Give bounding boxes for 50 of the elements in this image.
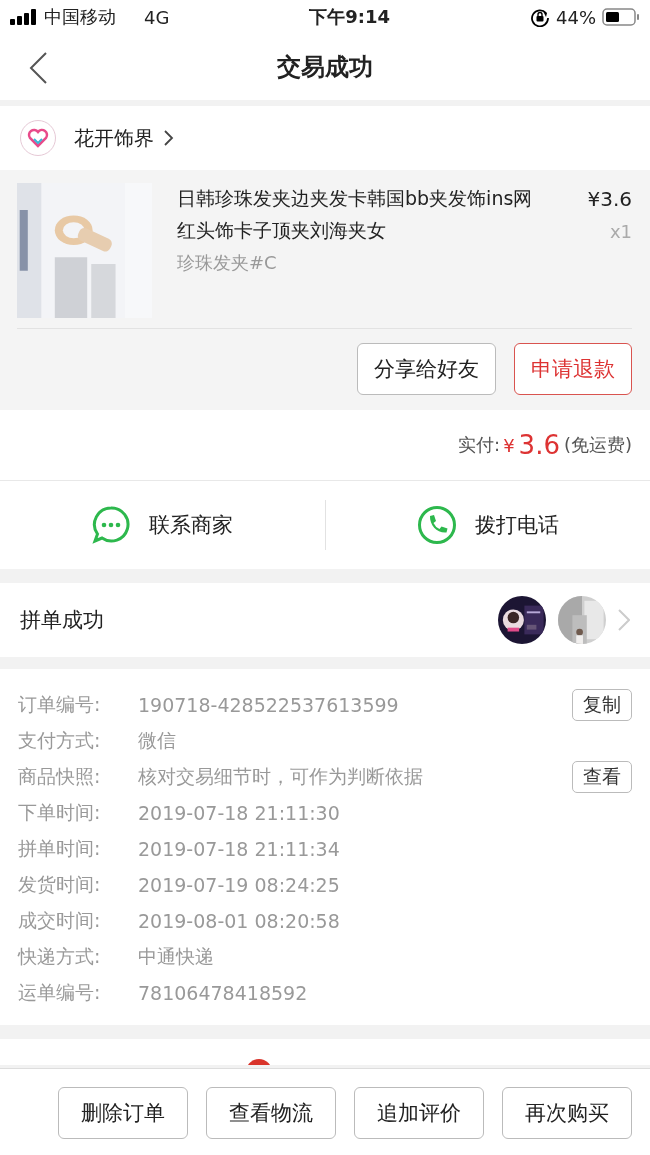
field-value: 190718-428522537613599	[138, 694, 400, 716]
order-action-button[interactable]: 删除订单	[58, 1087, 188, 1139]
view-button[interactable]: 查看	[572, 761, 632, 793]
shipping-note: (免运费)	[563, 433, 632, 457]
paid-label: 实付:	[458, 433, 501, 457]
field-value: 中通快递	[138, 944, 215, 969]
field-value: 2019-07-19 08:24:25	[138, 874, 341, 896]
field-label: 运单编号:	[18, 980, 102, 1005]
field-label: 快递方式:	[18, 944, 102, 969]
field-value: 核对交易细节时，可作为判断依据	[138, 764, 424, 789]
rotation-lock-icon	[530, 7, 550, 27]
shop-link[interactable]: 花开饰界	[74, 124, 174, 152]
currency-symbol: ¥	[503, 434, 515, 456]
product-quantity: x1	[609, 220, 632, 244]
group-buy-status: 拼单成功	[20, 607, 105, 634]
signal-icon	[10, 9, 38, 25]
field-label: 发货时间:	[18, 872, 102, 897]
contact-seller-button[interactable]: 联系商家	[0, 500, 325, 550]
field-value: 2019-07-18 21:11:30	[138, 802, 341, 824]
chat-icon	[91, 505, 132, 545]
field-value: 78106478418592	[138, 982, 309, 1004]
order-action-button[interactable]: 追加评价	[354, 1087, 484, 1139]
network-type: 4G	[144, 6, 170, 28]
field-label: 下单时间:	[18, 800, 102, 825]
carrier-name: 中国移动	[44, 5, 116, 29]
product-price: ¥3.6	[587, 186, 632, 213]
field-label: 订单编号:	[18, 692, 102, 717]
share-button[interactable]: 分享给好友	[357, 343, 496, 395]
field-label: 成交时间:	[18, 908, 102, 933]
product-variant: 珍珠发夹#C	[177, 251, 278, 275]
field-value: 微信	[138, 728, 177, 753]
page-title: 交易成功	[277, 52, 373, 83]
copy-button[interactable]: 复制	[572, 689, 632, 721]
order-action-button[interactable]: 再次购买	[502, 1087, 632, 1139]
order-action-button[interactable]: 查看物流	[206, 1087, 336, 1139]
phone-icon	[416, 505, 457, 545]
field-label: 拼单时间:	[18, 836, 102, 861]
shop-logo-icon	[20, 120, 56, 156]
call-button[interactable]: 拨打电话	[325, 500, 650, 550]
refund-button[interactable]: 申请退款	[514, 343, 632, 395]
paid-amount: 3.6	[518, 430, 560, 460]
field-label: 商品快照:	[18, 764, 102, 789]
battery-icon	[602, 8, 640, 26]
product-title[interactable]: 日韩珍珠发夹边夹发卡韩国bb夹发饰ins网红头饰卡子顶夹刘海夹女	[177, 182, 547, 246]
field-value: 2019-07-18 21:11:34	[138, 838, 341, 860]
field-value: 2019-08-01 08:20:58	[138, 910, 341, 932]
field-label: 支付方式:	[18, 728, 102, 753]
battery-percent: 44%	[556, 6, 596, 28]
chevron-icon	[164, 130, 174, 146]
clock-time: 下午9:14	[309, 5, 391, 29]
